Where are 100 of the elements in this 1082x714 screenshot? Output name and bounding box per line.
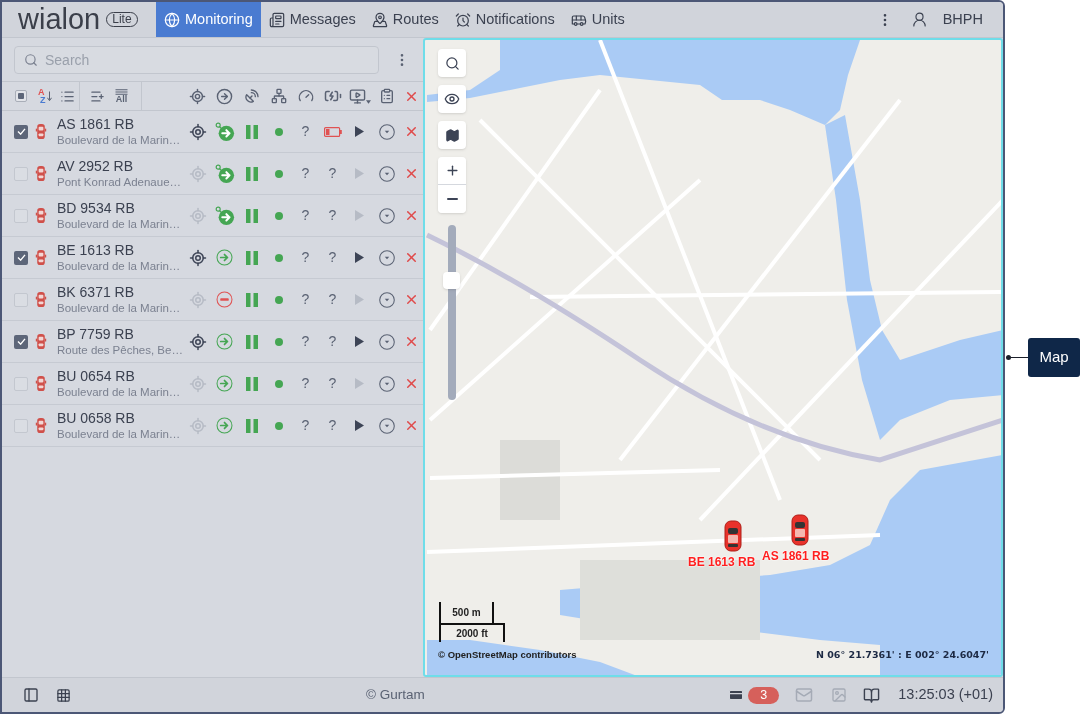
nav-tab[interactable]: Messages xyxy=(260,2,364,37)
marker-label: BE 1613 RB xyxy=(688,555,756,569)
alarm-clock-icon xyxy=(454,11,471,28)
caret-circle-icon[interactable] xyxy=(378,291,395,308)
delete-icon[interactable] xyxy=(404,250,419,265)
car-icon xyxy=(35,165,47,182)
list-plus-icon[interactable] xyxy=(90,88,105,104)
unit-name[interactable]: BP 7759 RB xyxy=(57,325,184,343)
notification-badge[interactable]: 3 xyxy=(748,686,780,704)
unit-address: Boulevard de la Marin… xyxy=(57,384,182,400)
caret-circle-icon[interactable] xyxy=(378,417,395,434)
map-view[interactable]: BE 1613 RB AS 1861 RB 500 m 2000 ft © OpenStreetMap contributors N 06° 21.7361' : E 002° 24.6047' xyxy=(423,38,1003,677)
unknown-value: ? xyxy=(301,374,310,393)
play-icon[interactable] xyxy=(355,252,364,263)
delete-icon[interactable] xyxy=(404,292,419,307)
caret-icon[interactable] xyxy=(365,99,371,104)
unknown-value: ? xyxy=(301,416,310,435)
gauge-icon[interactable] xyxy=(297,88,314,104)
list-icon[interactable] xyxy=(60,88,75,104)
checkbox[interactable] xyxy=(14,334,28,349)
newspaper-icon xyxy=(268,11,285,28)
nav-tab[interactable]: Routes xyxy=(363,2,447,37)
bars-icon xyxy=(245,334,258,349)
delete-icon[interactable] xyxy=(404,418,419,433)
visibility-button[interactable] xyxy=(438,85,466,113)
bars-icon xyxy=(245,124,258,139)
play-icon[interactable] xyxy=(355,420,364,431)
search-button[interactable] xyxy=(438,49,466,77)
search-icon xyxy=(444,55,460,71)
car-marker-icon[interactable] xyxy=(724,520,742,552)
map-pin-icon xyxy=(371,11,388,28)
delete-icon[interactable] xyxy=(404,208,419,223)
caret-circle-icon[interactable] xyxy=(378,333,395,350)
bars-icon xyxy=(245,166,258,181)
nav-tab[interactable]: Monitoring xyxy=(156,2,261,37)
caret-circle-icon[interactable] xyxy=(378,207,395,224)
crosshair-icon[interactable] xyxy=(188,122,207,141)
search-field[interactable]: Search xyxy=(14,45,379,74)
user-name[interactable]: BHPH xyxy=(942,8,983,31)
zoom-slider-thumb[interactable] xyxy=(443,272,460,290)
delete-icon[interactable] xyxy=(404,166,419,181)
delete-icon[interactable] xyxy=(404,124,419,139)
user-icon[interactable] xyxy=(910,11,928,28)
clipboard-icon[interactable] xyxy=(378,88,395,104)
caret-circle-icon[interactable] xyxy=(378,123,395,140)
play-icon[interactable] xyxy=(355,126,364,137)
play-icon[interactable] xyxy=(355,336,364,347)
car-marker-icon[interactable] xyxy=(791,514,809,546)
status-dot-icon xyxy=(274,127,283,136)
nav-tab[interactable]: Units xyxy=(562,2,633,37)
bars-icon xyxy=(245,376,258,391)
grid-icon[interactable] xyxy=(56,687,71,703)
zoom-out-button[interactable] xyxy=(438,185,466,213)
status-dot-icon xyxy=(274,169,283,178)
zoom-slider-track[interactable] xyxy=(443,225,460,400)
delete-icon[interactable] xyxy=(404,334,419,349)
crosshair-icon[interactable] xyxy=(188,332,207,351)
satellite-icon[interactable] xyxy=(243,88,260,104)
unit-name[interactable]: BU 0658 RB xyxy=(57,409,184,427)
show-all-button[interactable]: All xyxy=(115,88,128,104)
unit-name[interactable]: BE 1613 RB xyxy=(57,241,184,259)
check-icon xyxy=(16,254,26,261)
caret-circle-icon[interactable] xyxy=(378,249,395,266)
sidebar-toggle-icon[interactable] xyxy=(23,687,39,703)
unit-name[interactable]: BD 9534 RB xyxy=(57,199,184,217)
caret-circle-icon[interactable] xyxy=(378,375,395,392)
zoom-in-button[interactable] xyxy=(438,157,466,185)
book-icon[interactable] xyxy=(863,686,881,704)
eye-icon xyxy=(444,91,460,107)
unit-name[interactable]: AS 1861 RB xyxy=(57,115,184,133)
map-layers-button[interactable] xyxy=(438,121,466,149)
arrow-circle-icon xyxy=(216,249,233,266)
network-icon[interactable] xyxy=(270,88,287,104)
caret-circle-icon[interactable] xyxy=(378,165,395,182)
unknown-value: ? xyxy=(301,248,310,267)
unit-name[interactable]: BU 0654 RB xyxy=(57,367,184,385)
nav-tab[interactable]: Notifications xyxy=(446,2,563,37)
arrow-circle-icon xyxy=(214,121,235,142)
select-all-checkbox[interactable] xyxy=(15,90,27,102)
crosshair-icon[interactable] xyxy=(188,248,207,267)
logo-text: wialon xyxy=(18,5,101,34)
arrow-circle-icon[interactable] xyxy=(216,87,233,105)
car-icon xyxy=(35,375,47,392)
delete-icon[interactable] xyxy=(404,376,419,391)
unit-name[interactable]: AV 2952 RB xyxy=(57,157,184,175)
unknown-value: ? xyxy=(328,164,337,183)
search-icon xyxy=(24,52,38,67)
unknown-value: ? xyxy=(328,416,337,435)
unit-name[interactable]: BK 6371 RB xyxy=(57,283,184,301)
checkbox[interactable] xyxy=(14,250,28,265)
car-icon xyxy=(35,333,47,350)
unknown-value: ? xyxy=(301,332,310,351)
battery-low-icon xyxy=(323,126,342,137)
checkbox[interactable] xyxy=(14,124,28,139)
crosshair-icon[interactable] xyxy=(189,87,206,105)
monitor-play-icon[interactable] xyxy=(348,87,366,105)
arrow-circle-icon xyxy=(216,375,233,392)
arrow-circle-icon xyxy=(214,205,235,226)
bars-icon xyxy=(245,250,258,265)
unit-address: Pont Konrad Adenaue… xyxy=(57,174,183,190)
